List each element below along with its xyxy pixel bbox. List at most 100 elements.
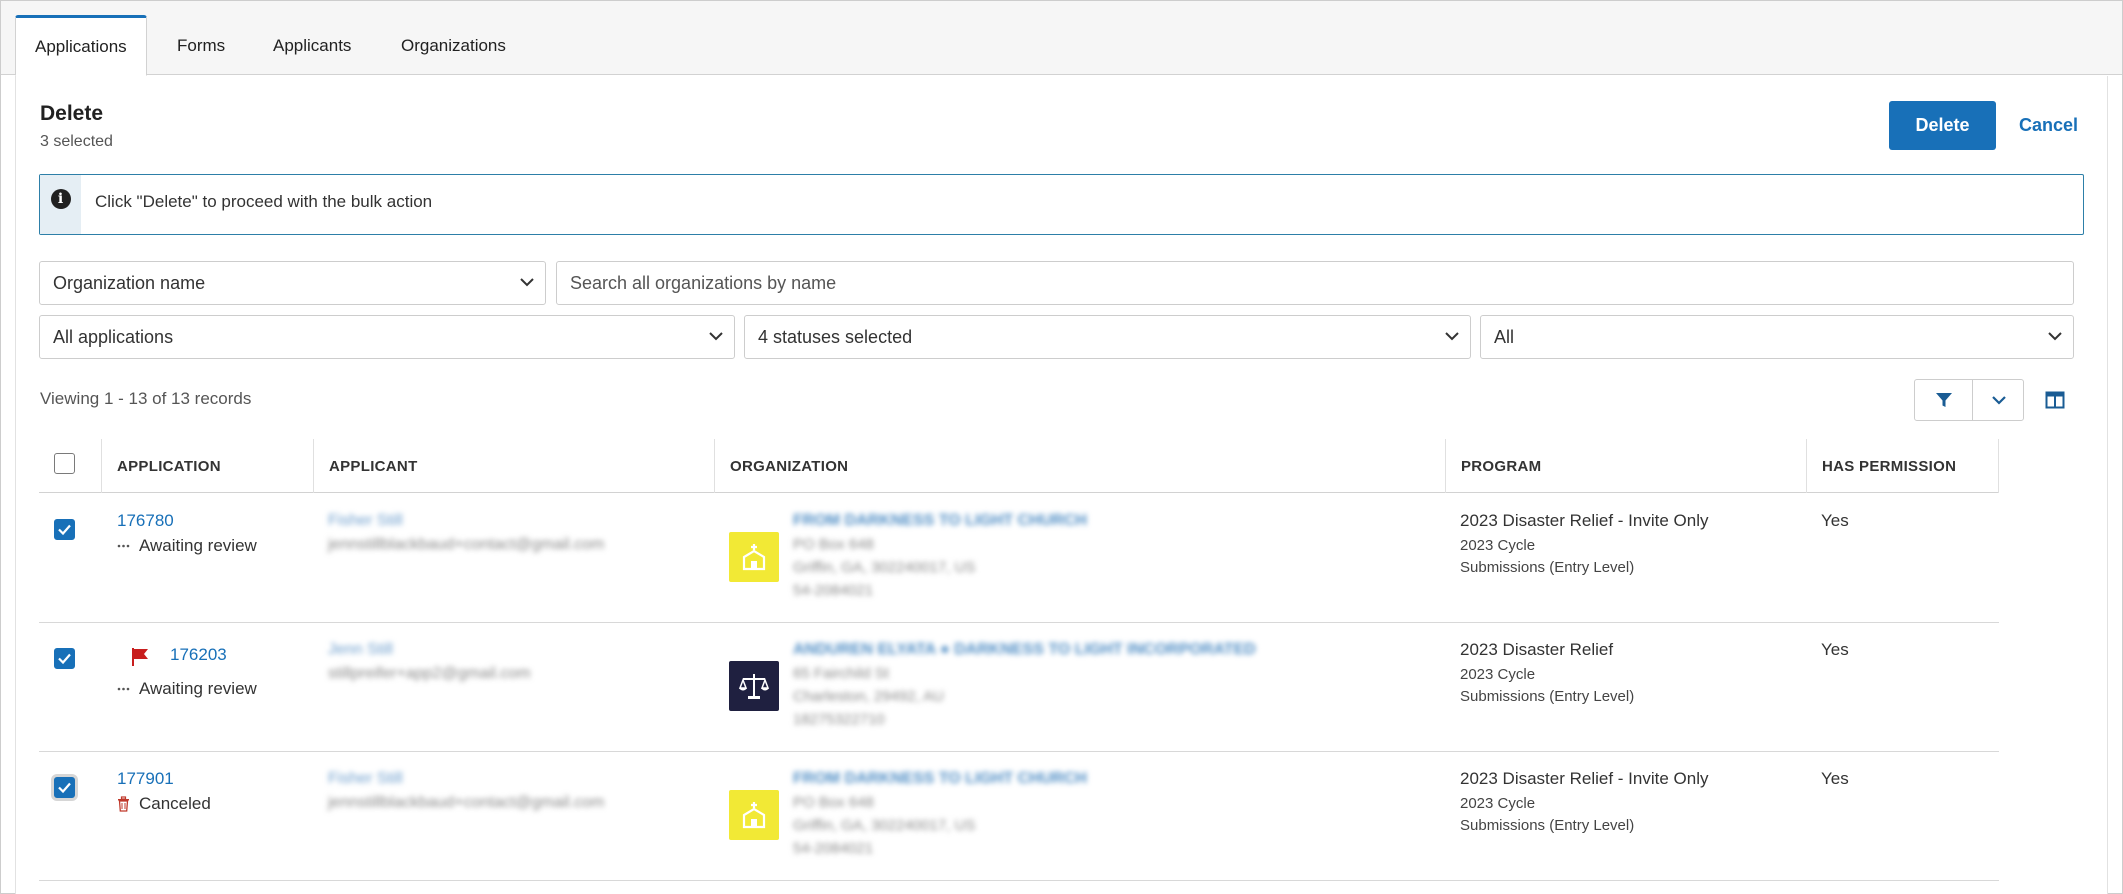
organization-address: 65 Fairchild St bbox=[793, 665, 889, 682]
column-header-application[interactable]: APPLICATION bbox=[101, 439, 313, 493]
application-id-link[interactable]: 177901 bbox=[117, 769, 174, 789]
tab-label: Organizations bbox=[401, 35, 506, 55]
has-permission-value: Yes bbox=[1821, 511, 1849, 530]
applications-filter-value: All applications bbox=[53, 326, 174, 347]
church-icon bbox=[742, 544, 766, 571]
application-id-link[interactable]: 176203 bbox=[170, 645, 227, 665]
select-all-cell bbox=[39, 439, 101, 493]
trash-icon bbox=[118, 796, 129, 812]
program-name: 2023 Disaster Relief - Invite Only bbox=[1460, 511, 1709, 530]
applicant-name-link[interactable]: Fisher Still bbox=[328, 512, 403, 530]
scales-icon bbox=[738, 674, 770, 699]
bulk-action-title: Delete bbox=[40, 102, 104, 125]
info-icon: i bbox=[50, 189, 71, 209]
filter-dropdown-button[interactable] bbox=[1973, 380, 2024, 420]
column-header-organization[interactable]: ORGANIZATION bbox=[714, 439, 1445, 493]
applicant-email: stillpreifer+app2@gmail.com bbox=[328, 665, 531, 682]
program-cycle: 2023 Cycle bbox=[1460, 795, 1536, 812]
search-placeholder: Search all organizations by name bbox=[570, 272, 837, 293]
applicant-name-link[interactable]: Jenn Still bbox=[328, 641, 393, 659]
program-stage: Submissions (Entry Level) bbox=[1460, 688, 1635, 705]
row-checkbox[interactable] bbox=[54, 519, 75, 540]
tab-applicants[interactable]: Applicants bbox=[254, 15, 370, 76]
table-row: 176203 Awaiting review Jenn Still stillp… bbox=[39, 623, 1999, 752]
column-header-program[interactable]: PROGRAM bbox=[1445, 439, 1806, 493]
has-permission-value: Yes bbox=[1821, 640, 1849, 659]
status-label: Awaiting review bbox=[139, 679, 257, 698]
has-permission-value: Yes bbox=[1821, 769, 1849, 788]
chevron-down-icon bbox=[1445, 332, 1459, 341]
organization-ein: 54-2084021 bbox=[793, 840, 874, 857]
all-filter-select[interactable]: All bbox=[1480, 315, 2074, 359]
app-frame: Applications Forms Applicants Organizati… bbox=[0, 0, 2123, 894]
organization-address: PO Box 648 bbox=[793, 794, 874, 811]
organization-search-input[interactable]: Search all organizations by name bbox=[556, 261, 2074, 305]
organization-address: PO Box 648 bbox=[793, 536, 874, 553]
all-filter-value: All bbox=[1494, 326, 1515, 347]
applicant-email: jennstillblackbaud+contact@gmail.com bbox=[328, 794, 605, 811]
info-text: Click "Delete" to proceed with the bulk … bbox=[95, 192, 433, 211]
column-header-has-permission[interactable]: HAS PERMISSION bbox=[1806, 439, 1999, 493]
program-stage: Submissions (Entry Level) bbox=[1460, 817, 1635, 834]
tab-label: Forms bbox=[177, 35, 226, 55]
check-icon bbox=[58, 782, 71, 794]
column-picker-button[interactable] bbox=[2039, 384, 2071, 416]
tab-label: Applicants bbox=[273, 35, 352, 55]
flag-icon bbox=[132, 648, 148, 666]
ellipsis-icon bbox=[117, 544, 130, 548]
filter-icon bbox=[1935, 393, 1952, 407]
row-checkbox[interactable] bbox=[54, 777, 75, 798]
delete-button[interactable]: Delete bbox=[1889, 101, 1996, 150]
program-cycle: 2023 Cycle bbox=[1460, 666, 1536, 683]
organization-field-select[interactable]: Organization name bbox=[39, 261, 546, 305]
organization-city: Griffin, GA, 302240017, US bbox=[793, 817, 976, 834]
organization-logo bbox=[729, 790, 779, 840]
select-all-checkbox[interactable] bbox=[54, 453, 75, 474]
cancel-button[interactable]: Cancel bbox=[2013, 101, 2084, 150]
info-strip: i bbox=[40, 175, 81, 234]
status-filter-select[interactable]: 4 statuses selected bbox=[744, 315, 1471, 359]
chevron-down-icon bbox=[520, 278, 534, 287]
selected-count: 3 selected bbox=[40, 133, 113, 150]
tab-applications[interactable]: Applications bbox=[15, 15, 147, 76]
status-filter-value: 4 statuses selected bbox=[758, 326, 913, 347]
check-icon bbox=[58, 653, 71, 665]
church-icon bbox=[742, 802, 766, 829]
status-label: Canceled bbox=[139, 794, 211, 813]
ellipsis-icon bbox=[117, 687, 130, 691]
application-status: Canceled bbox=[117, 794, 211, 814]
program-cycle: 2023 Cycle bbox=[1460, 537, 1536, 554]
tab-forms[interactable]: Forms bbox=[158, 15, 244, 76]
applicant-name-link[interactable]: Fisher Still bbox=[328, 770, 403, 788]
chevron-down-icon bbox=[709, 332, 723, 341]
filter-button-group bbox=[1914, 379, 2024, 421]
organization-name-link[interactable]: ANDUREN ELYATA ● DARKNESS TO LIGHT INCOR… bbox=[793, 641, 1256, 659]
check-icon bbox=[58, 524, 71, 536]
tab-bar: Applications Forms Applicants Organizati… bbox=[1, 1, 2122, 76]
organization-name-link[interactable]: FROM DARKNESS TO LIGHT CHURCH bbox=[793, 770, 1087, 788]
application-status: Awaiting review bbox=[117, 536, 257, 556]
row-checkbox[interactable] bbox=[54, 648, 75, 669]
program-name: 2023 Disaster Relief bbox=[1460, 640, 1614, 659]
table-row: 176780 Awaiting review Fisher Still jenn… bbox=[39, 494, 1999, 623]
column-header-applicant[interactable]: APPLICANT bbox=[313, 439, 714, 493]
organization-phone: 18275322710 bbox=[793, 711, 885, 728]
record-count: Viewing 1 - 13 of 13 records bbox=[40, 389, 252, 408]
filter-button[interactable] bbox=[1915, 380, 1972, 420]
organization-name-link[interactable]: FROM DARKNESS TO LIGHT CHURCH bbox=[793, 512, 1087, 530]
application-id-link[interactable]: 176780 bbox=[117, 511, 174, 531]
chevron-down-icon bbox=[2048, 332, 2062, 341]
tab-organizations[interactable]: Organizations bbox=[382, 15, 525, 76]
status-label: Awaiting review bbox=[139, 536, 257, 555]
organization-logo bbox=[729, 532, 779, 582]
application-status: Awaiting review bbox=[117, 679, 257, 699]
table-header: APPLICATION APPLICANT ORGANIZATION PROGR… bbox=[39, 439, 1999, 493]
chevron-down-icon bbox=[1991, 396, 2006, 405]
table-row: 177901 Canceled Fisher Still jennstillbl… bbox=[39, 752, 1999, 881]
info-message: i Click "Delete" to proceed with the bul… bbox=[39, 174, 2084, 235]
columns-icon bbox=[2045, 391, 2065, 409]
tab-label: Applications bbox=[35, 36, 127, 56]
applications-filter-select[interactable]: All applications bbox=[39, 315, 735, 359]
program-stage: Submissions (Entry Level) bbox=[1460, 559, 1635, 576]
organization-city: Charleston, 29492, AU bbox=[793, 688, 944, 705]
